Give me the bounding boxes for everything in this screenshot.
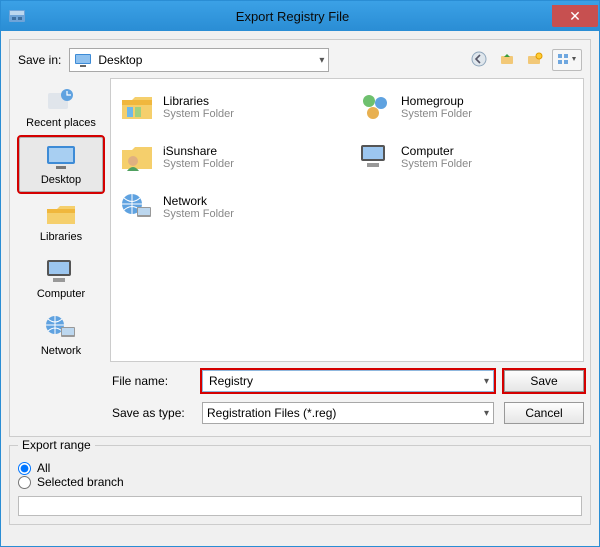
new-folder-icon: [527, 51, 543, 70]
libraries-icon: [43, 199, 79, 229]
savetype-combo[interactable]: Registration Files (*.reg) ▾: [202, 402, 494, 424]
desktop-icon: [43, 142, 79, 172]
item-name: Computer: [401, 144, 472, 158]
dialog-body: Save in: Desktop ▾: [1, 31, 599, 546]
radio-all-input[interactable]: [18, 462, 31, 475]
item-name: Network: [163, 194, 234, 208]
places-label: Network: [41, 345, 81, 357]
places-item-libraries[interactable]: Libraries: [19, 194, 103, 249]
file-item-network[interactable]: NetworkSystem Folder: [119, 187, 337, 227]
close-button[interactable]: ✕: [552, 5, 598, 27]
form-rows: File name: ▾ Save Save as type: Registra…: [16, 368, 584, 426]
computer-icon: [357, 141, 393, 173]
save-button[interactable]: Save: [504, 370, 584, 392]
savetype-value: Registration Files (*.reg): [207, 406, 484, 420]
export-range-title: Export range: [18, 438, 95, 452]
file-item-homegroup[interactable]: HomegroupSystem Folder: [357, 87, 575, 127]
item-name: Homegroup: [401, 94, 472, 108]
savetype-label: Save as type:: [112, 406, 192, 420]
file-panel: Save in: Desktop ▾: [9, 39, 591, 437]
places-item-desktop[interactable]: Desktop: [19, 137, 103, 192]
save-in-row: Save in: Desktop ▾: [16, 46, 584, 78]
chevron-down-icon[interactable]: ▾: [484, 376, 489, 387]
file-item-libraries[interactable]: LibrariesSystem Folder: [119, 87, 337, 127]
cancel-button[interactable]: Cancel: [504, 402, 584, 424]
places-label: Recent places: [26, 117, 96, 129]
places-label: Computer: [37, 288, 85, 300]
places-bar: Recent places Desktop Libraries Computer: [16, 78, 106, 362]
item-type: System Folder: [401, 158, 472, 170]
item-type: System Folder: [401, 108, 472, 120]
export-range-group: Export range All Selected branch: [9, 445, 591, 525]
window-title: Export Registry File: [33, 9, 552, 24]
libraries-icon: [119, 91, 155, 123]
radio-selected-input[interactable]: [18, 476, 31, 489]
radio-selected-label: Selected branch: [37, 475, 124, 489]
places-label: Desktop: [41, 174, 81, 186]
up-button[interactable]: [496, 49, 518, 71]
branch-input[interactable]: [18, 496, 582, 516]
main-area: Recent places Desktop Libraries Computer: [16, 78, 584, 362]
nav-toolbar: [468, 49, 582, 71]
back-button[interactable]: [468, 49, 490, 71]
computer-icon: [43, 256, 79, 286]
save-in-value: Desktop: [98, 53, 310, 67]
network-icon: [119, 191, 155, 223]
filename-input[interactable]: [207, 373, 484, 389]
places-item-network[interactable]: Network: [19, 307, 103, 362]
new-folder-button[interactable]: [524, 49, 546, 71]
view-menu-icon: [556, 52, 578, 69]
item-name: iSunshare: [163, 144, 234, 158]
save-in-label: Save in:: [18, 53, 61, 67]
file-item-computer[interactable]: ComputerSystem Folder: [357, 137, 575, 177]
chevron-down-icon[interactable]: ▾: [484, 408, 489, 419]
user-folder-icon: [119, 141, 155, 173]
filename-label: File name:: [112, 374, 192, 388]
title-bar: Export Registry File ✕: [1, 1, 599, 31]
file-item-user[interactable]: iSunshareSystem Folder: [119, 137, 337, 177]
dialog-window: Export Registry File ✕ Save in: Desktop …: [0, 0, 600, 547]
close-icon: ✕: [569, 8, 581, 25]
places-item-recent[interactable]: Recent places: [19, 80, 103, 135]
view-menu-button[interactable]: [552, 49, 582, 71]
radio-all-label: All: [37, 461, 50, 475]
item-type: System Folder: [163, 108, 234, 120]
item-type: System Folder: [163, 208, 234, 220]
item-name: Libraries: [163, 94, 234, 108]
radio-selected-branch[interactable]: Selected branch: [18, 472, 582, 492]
back-icon: [471, 51, 487, 70]
homegroup-icon: [357, 91, 393, 123]
recent-places-icon: [43, 85, 79, 115]
network-icon: [43, 313, 79, 343]
desktop-icon: [74, 52, 92, 68]
save-in-combo[interactable]: Desktop ▾: [69, 48, 329, 72]
regedit-icon: [7, 6, 27, 26]
chevron-down-icon: ▾: [310, 55, 324, 66]
filename-combo[interactable]: ▾: [202, 370, 494, 392]
file-list[interactable]: LibrariesSystem Folder HomegroupSystem F…: [110, 78, 584, 362]
item-type: System Folder: [163, 158, 234, 170]
places-item-computer[interactable]: Computer: [19, 250, 103, 305]
places-label: Libraries: [40, 231, 82, 243]
folder-up-icon: [499, 51, 515, 70]
